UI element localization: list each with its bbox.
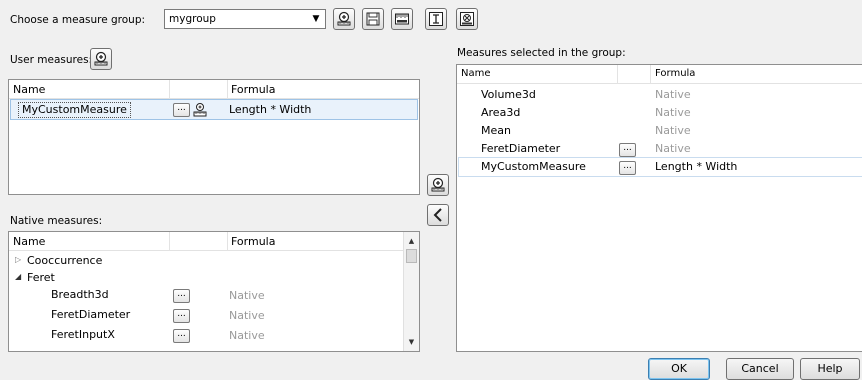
user-measure-formula: Length * Width [229,103,312,116]
selected-measure-formula: Native [655,142,691,155]
edit-formula-button[interactable]: ... [173,289,190,303]
native-measures-header: Name Formula [9,232,403,251]
selected-measure-formula: Native [655,88,691,101]
collapse-arrow-icon[interactable]: ◢ [15,272,21,281]
measure-formula: Native [229,309,265,322]
tree-item-feret[interactable]: Feret [27,271,55,284]
selected-measure-name[interactable]: MyCustomMeasure [481,160,586,173]
add-measure-icon [431,177,445,192]
edit-formula-button[interactable]: ... [173,309,190,323]
delete-button[interactable] [456,8,478,30]
ruler-button[interactable] [391,8,413,30]
tree-item-breadth3d[interactable]: Breadth3d [51,288,109,301]
add-user-measure-button[interactable] [90,48,112,70]
chevron-down-icon[interactable]: ▼ [309,12,323,26]
selected-measures-label: Measures selected in the group: [457,47,626,59]
selected-measure-name[interactable]: Area3d [481,106,520,119]
selected-measure-formula: Native [655,106,691,119]
column-formula[interactable]: Formula [655,68,695,79]
expand-arrow-icon[interactable]: ▷ [15,255,21,264]
selected-measure-formula: Native [655,124,691,137]
column-formula[interactable]: Formula [231,83,275,96]
tree-item-cooccurrence[interactable]: Cooccurrence [27,254,102,267]
tree-item-feretinputx[interactable]: FeretInputX [51,328,115,341]
selected-measures-table: Name Formula Volume3d Native Area3d Nati… [456,64,862,352]
group-label: Choose a measure group: [10,14,146,26]
ruler-icon [395,13,409,25]
scroll-up-icon[interactable]: ▲ [404,234,419,248]
delete-icon [460,12,474,26]
group-select[interactable]: mygroup ▼ [164,9,326,29]
add-to-group-button[interactable] [427,174,449,196]
native-measures-scrollbar[interactable]: ▲ ▼ [403,232,419,351]
chevron-left-icon [433,208,442,222]
add-measure-icon [94,51,108,66]
selected-measure-formula: Length * Width [655,160,738,173]
user-measures-table: Name Formula MyCustomMeasure ... Length … [8,79,420,195]
selected-measure-name[interactable]: FeretDiameter [481,142,560,155]
save-icon [366,12,380,26]
column-name[interactable]: Name [461,68,491,79]
scrollbar-thumb[interactable] [406,249,417,263]
column-name[interactable]: Name [13,83,45,96]
user-measure-name[interactable]: MyCustomMeasure [18,102,131,118]
move-left-button[interactable] [427,204,449,226]
user-measures-label: User measures: [10,54,93,66]
column-formula[interactable]: Formula [231,235,275,248]
native-measures-table: Name Formula ▷ Cooccurrence ◢ Feret Brea… [8,231,420,352]
selected-measure-name[interactable]: Volume3d [481,88,536,101]
measure-formula: Native [229,289,265,302]
text-field-icon [429,12,443,26]
measure-formula: Native [229,329,265,342]
ruler-icon[interactable] [193,102,207,118]
text-field-button[interactable] [425,8,447,30]
edit-formula-button[interactable]: ... [173,329,190,343]
scroll-down-icon[interactable]: ▼ [404,335,419,349]
edit-formula-button[interactable]: ... [173,103,190,117]
save-button[interactable] [362,8,384,30]
selected-measures-header: Name Formula [457,65,862,84]
edit-formula-button[interactable]: ... [619,161,636,175]
add-measure-icon [337,11,351,26]
native-measures-label: Native measures: [10,215,103,227]
add-measure-button[interactable] [333,8,355,30]
column-name[interactable]: Name [13,235,45,248]
group-select-value: mygroup [165,10,220,28]
tree-item-feretdiameter[interactable]: FeretDiameter [51,308,130,321]
edit-formula-button[interactable]: ... [619,143,636,157]
user-measures-header: Name Formula [9,80,419,99]
selected-measure-name[interactable]: Mean [481,124,511,137]
